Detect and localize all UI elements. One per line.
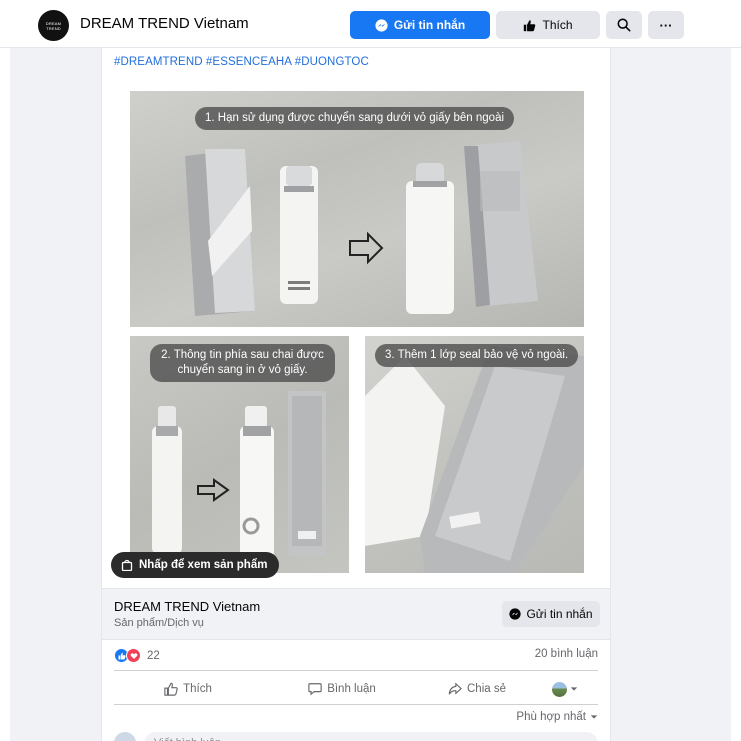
share-icon — [448, 682, 462, 696]
post-actions: Thích Bình luận Chia sẻ — [114, 676, 598, 702]
send-message-button[interactable]: Gửi tin nhắn — [350, 11, 490, 39]
page-header: DREAM TREND DREAM TREND Vietnam Gửi tin … — [0, 0, 741, 48]
more-button[interactable]: ··· — [648, 11, 684, 39]
like-page-button[interactable]: Thích — [496, 11, 600, 39]
messenger-icon — [375, 18, 388, 32]
comment-composer: Viết bình luận... — [114, 730, 598, 741]
view-product-button[interactable]: Nhấp để xem sản phẩm — [111, 552, 280, 578]
search-icon — [617, 18, 631, 32]
post-card: #DREAMTREND #ESSENCEAHA #DUONGTOC 1. Hạn… — [101, 48, 611, 741]
avatar — [552, 681, 567, 697]
product-photo-3[interactable]: 3. Thêm 1 lớp seal bảo vệ vỏ ngoài. — [365, 336, 584, 573]
photo1-caption: 1. Hạn sử dụng được chuyển sang dưới vỏ … — [195, 107, 515, 130]
product-photo-2[interactable]: 2. Thông tin phía sau chai được chuyển s… — [130, 336, 349, 573]
photo2-caption: 2. Thông tin phía sau chai được chuyển s… — [150, 344, 335, 382]
comment-sort-dropdown[interactable]: Phù hợp nhất — [516, 711, 598, 723]
photo3-caption: 3. Thêm 1 lớp seal bảo vệ vỏ ngoài. — [375, 344, 579, 367]
share-button[interactable]: Chia sẻ — [422, 682, 532, 696]
shop-bag-icon — [121, 559, 133, 571]
like-post-button[interactable]: Thích — [114, 682, 262, 696]
divider — [114, 670, 598, 671]
search-button[interactable] — [606, 11, 642, 39]
post-hashtags[interactable]: #DREAMTREND #ESSENCEAHA #DUONGTOC — [114, 56, 369, 68]
messenger-icon — [509, 608, 522, 620]
divider — [114, 704, 598, 705]
comment-button[interactable]: Bình luận — [262, 682, 422, 696]
comment-icon — [308, 682, 322, 696]
love-reaction-icon — [126, 648, 141, 663]
more-icon: ··· — [659, 17, 673, 33]
reaction-count: 22 — [147, 649, 160, 662]
product-message-button[interactable]: Gửi tin nhắn — [502, 601, 600, 627]
chevron-down-icon — [590, 713, 598, 721]
thumbs-up-icon — [523, 19, 536, 32]
comment-input[interactable]: Viết bình luận... — [144, 732, 598, 741]
product-bar: DREAM TREND Vietnam Sản phẩm/Dịch vụ Gửi… — [102, 588, 610, 640]
reaction-summary[interactable]: 22 — [114, 648, 160, 663]
comment-count[interactable]: 20 bình luận — [535, 648, 598, 660]
product-page-name[interactable]: DREAM TREND Vietnam — [114, 599, 260, 614]
thumbs-up-icon — [164, 682, 178, 696]
avatar — [114, 732, 136, 741]
post-photo-collage[interactable]: 1. Hạn sử dụng được chuyển sang dưới vỏ … — [102, 78, 610, 588]
page-name[interactable]: DREAM TREND Vietnam — [80, 15, 249, 32]
product-photo-1[interactable]: 1. Hạn sử dụng được chuyển sang dưới vỏ … — [130, 91, 584, 327]
audience-selector[interactable] — [532, 681, 598, 697]
product-category: Sản phẩm/Dịch vụ — [114, 617, 204, 629]
chevron-down-icon — [570, 685, 578, 693]
page-logo[interactable]: DREAM TREND — [38, 10, 69, 41]
